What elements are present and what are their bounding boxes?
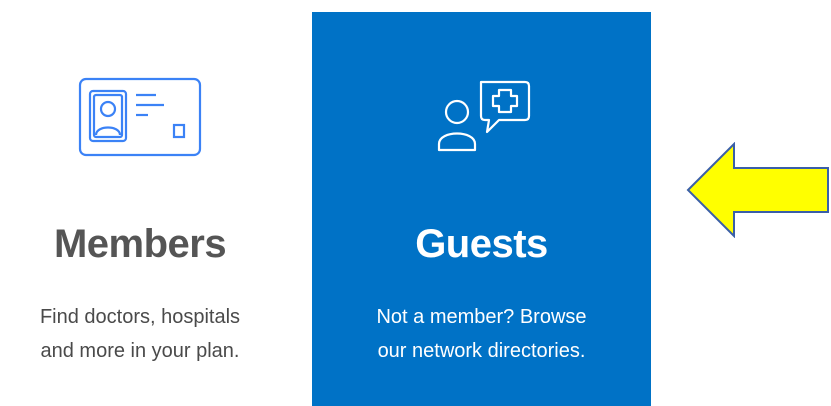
- left-arrow-icon: [686, 141, 831, 243]
- members-card[interactable]: Members Find doctors, hospitals and more…: [0, 12, 310, 406]
- guests-description: Not a member? Browse our network directo…: [312, 300, 651, 368]
- members-description-line: and more in your plan.: [40, 340, 240, 362]
- plan-selection-page: Members Find doctors, hospitals and more…: [0, 0, 831, 406]
- members-description-line: Find doctors, hospitals: [39, 306, 241, 328]
- guest-medical-chat-icon: [312, 72, 651, 162]
- guests-card[interactable]: Guests Not a member? Browse our network …: [312, 12, 651, 406]
- guests-title: Guests: [415, 222, 548, 266]
- guests-description-line: Not a member? Browse: [376, 306, 587, 328]
- members-description: Find doctors, hospitals and more in your…: [0, 300, 310, 368]
- member-id-card-icon: [0, 72, 310, 162]
- members-title: Members: [53, 222, 227, 266]
- guests-description-line: our network directories.: [377, 340, 586, 362]
